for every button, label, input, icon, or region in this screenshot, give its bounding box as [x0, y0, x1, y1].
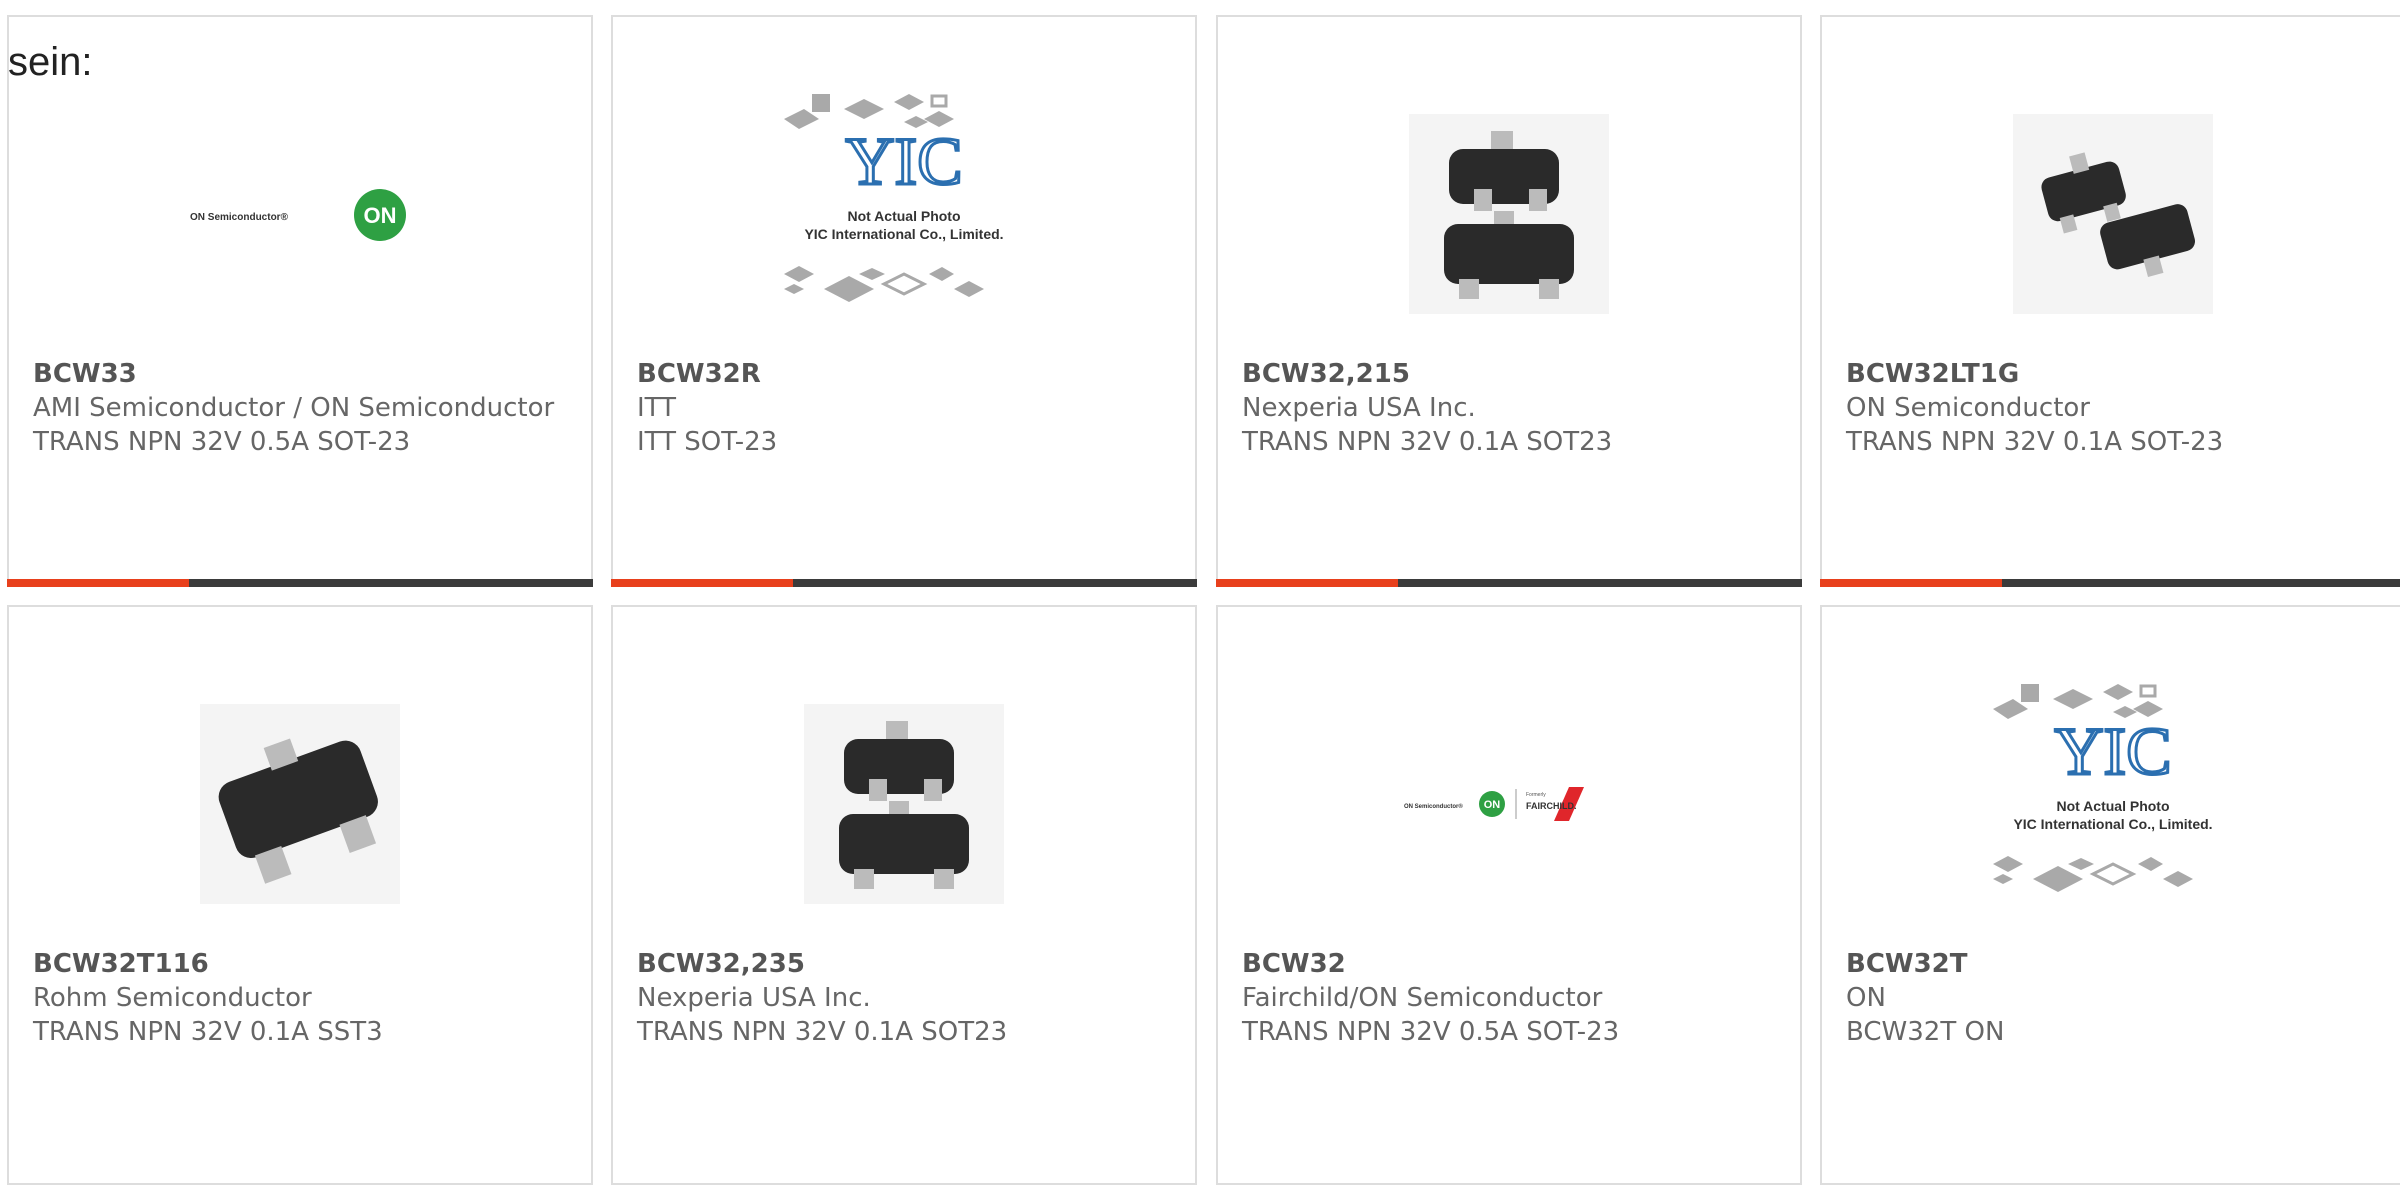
manufacturer: Nexperia USA Inc. [637, 983, 871, 1013]
product-card[interactable]: BCW32T116 Rohm Semiconductor TRANS NPN 3… [7, 605, 593, 1185]
not-actual-photo-text: Not Actual Photo [847, 208, 960, 224]
section-heading: sein: [8, 40, 93, 84]
card-accent-bar [611, 579, 1197, 587]
manufacturer: Rohm Semiconductor [33, 983, 312, 1013]
product-card[interactable]: ON Semiconductor® ON Formerly FAIRCHILD.… [1216, 605, 1802, 1185]
on-fairchild-logo-icon: ON Semiconductor® ON Formerly FAIRCHILD. [1404, 787, 1584, 821]
description: TRANS NPN 32V 0.5A SOT-23 [1242, 1017, 1620, 1047]
card-accent-bar [7, 579, 593, 587]
yic-logo-text: YIC [845, 123, 962, 199]
part-number[interactable]: BCW32LT1G [1846, 357, 2388, 391]
card-accent-bar [1820, 579, 2400, 587]
sot23-chip-icon [1444, 131, 1574, 299]
fairchild-text: FAIRCHILD. [1526, 801, 1577, 811]
product-image: ON Semiconductor® ON Formerly FAIRCHILD. [1218, 659, 1800, 949]
product-image [1218, 69, 1800, 359]
yic-company-text: YIC International Co., Limited. [804, 226, 1003, 242]
manufacturer: Nexperia USA Inc. [1242, 393, 1476, 423]
product-card[interactable]: YIC Not Actual Photo YIC International C… [611, 15, 1197, 587]
description: ITT SOT-23 [637, 427, 778, 457]
not-actual-photo-icon: YIC Not Actual Photo YIC International C… [784, 94, 1004, 302]
on-semi-text: ON Semiconductor® [1404, 803, 1463, 810]
on-semiconductor-logo-icon: ON Semiconductor® ON [190, 189, 406, 241]
product-image: YIC Not Actual Photo YIC International C… [613, 69, 1195, 359]
formerly-text: Formerly [1526, 792, 1546, 798]
product-card[interactable]: YIC Not Actual Photo YIC International C… [1820, 605, 2400, 1185]
product-grid: ON Semiconductor® ON BCW33 AMI Semicondu… [0, 0, 2400, 1185]
manufacturer: ON [1846, 983, 1886, 1013]
product-card[interactable]: ON Semiconductor® ON BCW33 AMI Semicondu… [7, 15, 593, 587]
description: TRANS NPN 32V 0.1A SOT23 [1242, 427, 1613, 457]
part-number[interactable]: BCW33 [33, 357, 575, 391]
product-card[interactable]: BCW32,215 Nexperia USA Inc. TRANS NPN 32… [1216, 15, 1802, 587]
part-number[interactable]: BCW32 [1242, 947, 1784, 981]
yic-logo-text: YIC [2054, 713, 2171, 789]
card-accent-bar [1216, 579, 1802, 587]
product-image [9, 659, 591, 949]
description: TRANS NPN 32V 0.1A SOT-23 [1846, 427, 2224, 457]
part-number[interactable]: BCW32,235 [637, 947, 1179, 981]
product-card[interactable]: BCW32LT1G ON Semiconductor TRANS NPN 32V… [1820, 15, 2400, 587]
part-number[interactable]: BCW32,215 [1242, 357, 1784, 391]
product-card[interactable]: BCW32,235 Nexperia USA Inc. TRANS NPN 32… [611, 605, 1197, 1185]
on-semi-text: ON Semiconductor® [190, 212, 289, 223]
manufacturer: AMI Semiconductor / ON Semiconductor [33, 393, 555, 423]
on-badge-text: ON [364, 203, 397, 228]
product-image [1822, 69, 2400, 359]
sot23-chips-tilted-icon [2041, 152, 2196, 277]
part-number[interactable]: BCW32T116 [33, 947, 575, 981]
description: BCW32T ON [1846, 1017, 2005, 1047]
sot23-single-chip-icon [218, 738, 378, 884]
yic-company-text: YIC International Co., Limited. [2013, 816, 2212, 832]
product-image: YIC Not Actual Photo YIC International C… [1822, 659, 2400, 949]
not-actual-photo-icon: YIC Not Actual Photo YIC International C… [1993, 684, 2213, 892]
not-actual-photo-text: Not Actual Photo [2056, 798, 2169, 814]
manufacturer: Fairchild/ON Semiconductor [1242, 983, 1603, 1013]
manufacturer: ON Semiconductor [1846, 393, 2090, 423]
part-number[interactable]: BCW32R [637, 357, 1179, 391]
description: TRANS NPN 32V 0.5A SOT-23 [33, 427, 411, 457]
product-image: ON Semiconductor® ON [9, 69, 591, 359]
sot23-chip-icon [839, 721, 969, 889]
on-badge-text: ON [1484, 799, 1501, 811]
part-number[interactable]: BCW32T [1846, 947, 2388, 981]
description: TRANS NPN 32V 0.1A SST3 [33, 1017, 383, 1047]
manufacturer: ITT [637, 393, 676, 423]
product-image [613, 659, 1195, 949]
description: TRANS NPN 32V 0.1A SOT23 [637, 1017, 1008, 1047]
